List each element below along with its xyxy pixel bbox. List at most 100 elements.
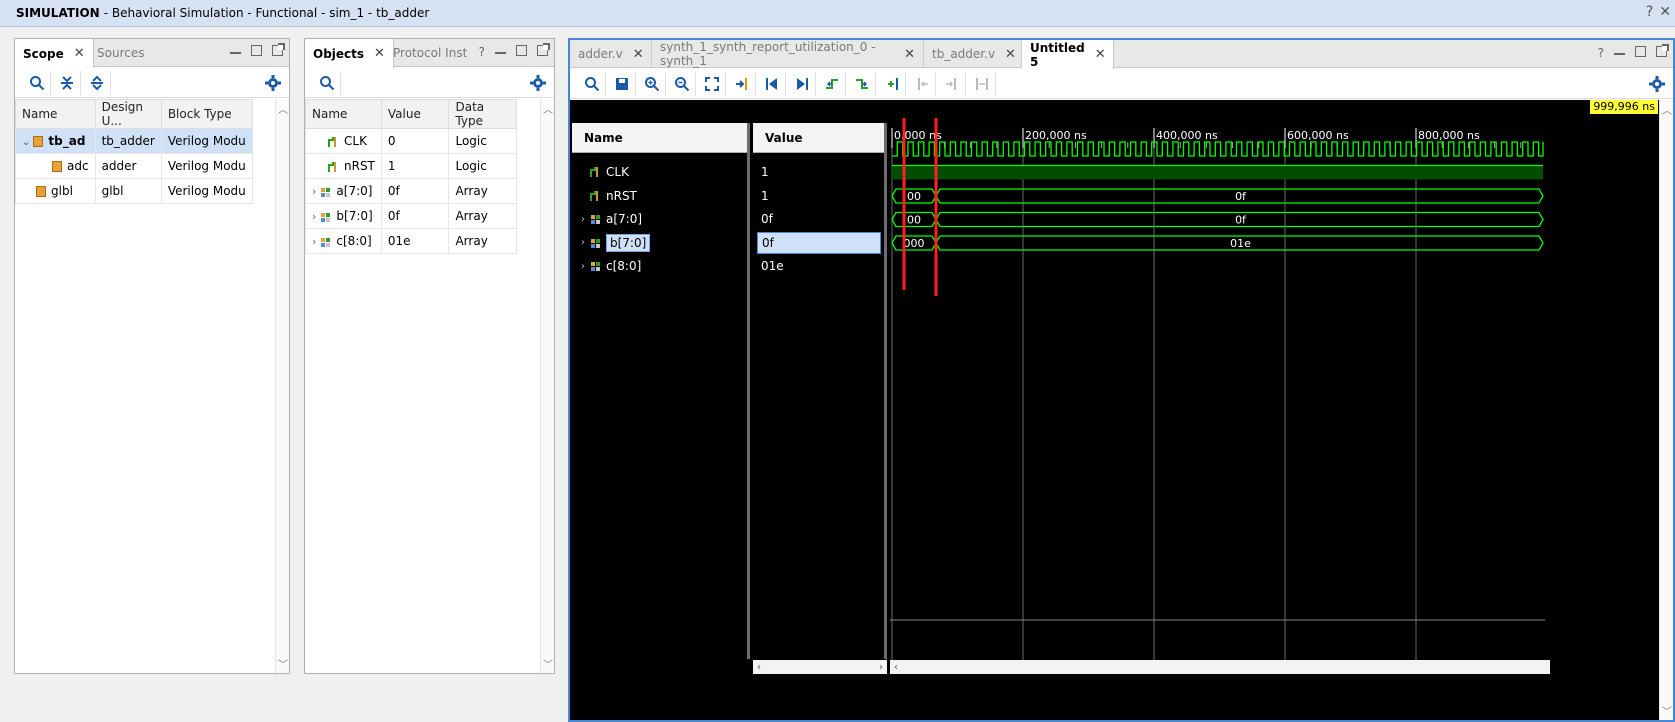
tab-sources[interactable]: Sources xyxy=(89,39,152,67)
signal-row-c80[interactable]: › c[8:0] xyxy=(576,255,641,277)
save-button[interactable] xyxy=(608,71,636,96)
close-icon[interactable]: ✕ xyxy=(74,46,85,61)
col-name[interactable]: Name xyxy=(305,99,382,129)
signal-row-b70[interactable]: › b[7:0] xyxy=(576,232,651,254)
table-row[interactable]: › c[8:0] 01e Array xyxy=(305,228,517,254)
close-icon[interactable]: ✕ xyxy=(1095,47,1106,62)
title-text: - Behavioral Simulation - Functional - s… xyxy=(103,6,430,20)
value-header[interactable]: Value xyxy=(753,123,884,153)
table-row[interactable]: glbl glbl Verilog Modu xyxy=(15,178,253,204)
scroll-left-icon[interactable]: ‹ xyxy=(757,662,761,673)
scroll-down-icon[interactable]: ﹀ xyxy=(278,656,288,671)
col-name[interactable]: Name xyxy=(15,99,96,129)
collapse-all-button[interactable] xyxy=(53,70,81,95)
tab-untitled-5[interactable]: Untitled 5 ✕ xyxy=(1022,40,1114,69)
col-value[interactable]: Value xyxy=(380,99,450,129)
zoom-out-button[interactable] xyxy=(668,71,696,96)
tab-synth-report[interactable]: synth_1_synth_report_utilization_0 - syn… xyxy=(652,40,924,68)
help-icon[interactable]: ? xyxy=(1598,46,1604,60)
tab-objects[interactable]: Objects ✕ xyxy=(305,39,394,68)
maximize-icon[interactable] xyxy=(1635,46,1646,57)
chevron-right-icon[interactable]: › xyxy=(576,261,590,272)
close-icon[interactable]: ✕ xyxy=(633,47,644,62)
tab-protocol-inst[interactable]: Protocol Inst xyxy=(385,39,475,67)
col-block-type[interactable]: Block Type xyxy=(160,99,253,129)
chevron-right-icon[interactable]: › xyxy=(312,210,316,223)
close-icon[interactable]: ✕ xyxy=(374,46,385,61)
table-row[interactable]: › a[7:0] 0f Array xyxy=(305,178,517,204)
col-design-unit[interactable]: Design U... xyxy=(94,99,162,129)
zoom-fit-button[interactable] xyxy=(698,71,726,96)
go-to-end-button[interactable] xyxy=(788,71,816,96)
chevron-right-icon[interactable]: › xyxy=(312,185,316,198)
row-design: adder xyxy=(94,153,162,179)
float-icon[interactable] xyxy=(272,43,285,56)
vertical-scrollbar[interactable]: ︿ ﹀ xyxy=(275,99,289,673)
gear-icon[interactable] xyxy=(1649,76,1665,92)
scroll-right-icon[interactable]: › xyxy=(879,662,883,673)
signal-row-a70[interactable]: › a[7:0] xyxy=(576,208,642,230)
waveform-panel: adder.v ✕ synth_1_synth_report_utilizati… xyxy=(568,38,1675,722)
table-row[interactable]: › b[7:0] 0f Array xyxy=(305,203,517,229)
gear-icon[interactable] xyxy=(265,75,281,91)
close-icon[interactable]: ✕ xyxy=(1005,47,1016,62)
row-value: 0f xyxy=(380,203,450,229)
scroll-left-icon[interactable]: ‹ xyxy=(894,662,898,673)
swap-cursors-button[interactable] xyxy=(968,71,996,96)
signal-value[interactable]: 0f xyxy=(757,208,881,230)
expand-all-button[interactable] xyxy=(83,70,111,95)
vertical-scrollbar[interactable]: ︿ ﹀ xyxy=(540,99,554,673)
close-icon[interactable]: ✕ xyxy=(1659,4,1671,20)
signal-row-nrst[interactable]: nRST xyxy=(576,185,637,207)
search-button[interactable] xyxy=(578,71,606,96)
name-header[interactable]: Name xyxy=(572,123,747,153)
chevron-right-icon[interactable]: › xyxy=(576,214,590,225)
table-row[interactable]: nRST 1 Logic xyxy=(305,153,517,179)
waveform-canvas[interactable]: 0.000 ns 200,000 ns 400,000 ns 600,000 ns 80… xyxy=(890,100,1550,660)
goto-cursor-button[interactable] xyxy=(728,71,756,96)
scroll-down-icon[interactable]: ﹀ xyxy=(1662,703,1672,718)
minimize-icon[interactable] xyxy=(230,45,241,54)
help-icon[interactable]: ? xyxy=(479,45,485,59)
gear-icon[interactable] xyxy=(530,75,546,91)
table-row[interactable]: CLK 0 Logic xyxy=(305,128,517,154)
tab-adder-v[interactable]: adder.v ✕ xyxy=(570,40,652,68)
zoom-in-button[interactable] xyxy=(638,71,666,96)
signal-value[interactable]: 1 xyxy=(757,161,881,183)
signal-value[interactable]: 1 xyxy=(757,185,881,207)
signal-value[interactable]: 01e xyxy=(757,255,881,277)
close-icon[interactable]: ✕ xyxy=(904,47,915,62)
chevron-right-icon[interactable]: › xyxy=(312,235,316,248)
signal-row-clk[interactable]: CLK xyxy=(576,161,629,183)
tab-scope[interactable]: Scope ✕ xyxy=(15,39,94,68)
search-button[interactable] xyxy=(23,70,51,95)
scroll-down-icon[interactable]: ﹀ xyxy=(543,656,553,671)
previous-transition-button[interactable] xyxy=(818,71,846,96)
scroll-up-icon[interactable]: ︿ xyxy=(278,101,288,116)
table-row[interactable]: adc adder Verilog Modu xyxy=(15,153,253,179)
tab-tb-adder-v[interactable]: tb_adder.v ✕ xyxy=(924,40,1022,68)
chevron-right-icon[interactable]: › xyxy=(576,237,590,248)
signal-value[interactable]: 0f xyxy=(757,231,881,254)
float-icon[interactable] xyxy=(1656,44,1669,57)
search-button[interactable] xyxy=(313,70,341,95)
float-icon[interactable] xyxy=(537,43,550,56)
help-icon[interactable]: ? xyxy=(1646,4,1653,20)
table-row[interactable]: ⌄ tb_ad tb_adder Verilog Modu xyxy=(15,128,253,154)
wave-hscrollbar[interactable]: ‹ xyxy=(890,660,1550,674)
scroll-up-icon[interactable]: ︿ xyxy=(1662,102,1672,117)
minimize-icon[interactable] xyxy=(1614,46,1625,55)
minimize-icon[interactable] xyxy=(495,45,506,54)
scroll-up-icon[interactable]: ︿ xyxy=(543,101,553,116)
add-marker-button[interactable] xyxy=(878,71,906,96)
next-transition-button[interactable] xyxy=(848,71,876,96)
col-data-type[interactable]: Data Type xyxy=(448,99,517,129)
maximize-icon[interactable] xyxy=(251,45,262,56)
next-marker-button[interactable] xyxy=(938,71,966,96)
value-hscrollbar[interactable]: ‹ › xyxy=(753,660,887,674)
go-to-start-button[interactable] xyxy=(758,71,786,96)
maximize-icon[interactable] xyxy=(516,45,527,56)
wave-vscrollbar[interactable]: ︿ ﹀ xyxy=(1659,100,1673,720)
chevron-down-icon[interactable]: ⌄ xyxy=(22,137,30,148)
previous-marker-button[interactable] xyxy=(908,71,936,96)
